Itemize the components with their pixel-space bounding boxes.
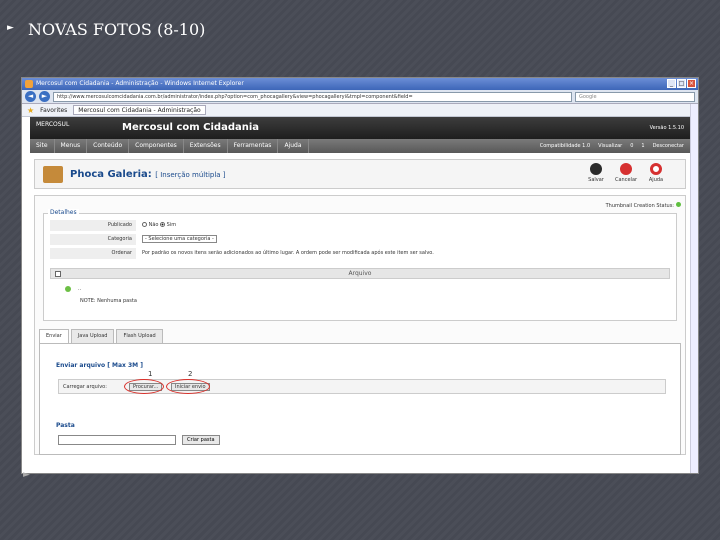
back-icon[interactable]: ◄ [25, 91, 36, 102]
save-icon [590, 163, 602, 175]
browser-title-bar: Mercosul com Cidadania - Administração -… [22, 78, 698, 90]
cancel-button[interactable]: Cancelar [615, 163, 637, 183]
cancel-icon [620, 163, 632, 175]
version-label: Versão 1.5.10 [649, 125, 684, 131]
menu-conteudo[interactable]: Conteúdo [87, 139, 130, 153]
folder-note: NOTE: Nenhuma pasta [80, 298, 137, 304]
address-bar-row: ◄ ► http://www.mercosulcomcidadania.com.… [22, 90, 698, 104]
menu-componentes[interactable]: Componentes [129, 139, 184, 153]
save-button[interactable]: Salvar [585, 163, 607, 183]
published-label: Publicado [50, 220, 136, 231]
messages-count[interactable]: 0 [630, 139, 633, 153]
main-content: Thumbnail Creation Status: Detalhes Publ… [34, 195, 686, 455]
published-no-radio[interactable] [142, 222, 147, 227]
menu-ajuda[interactable]: Ajuda [278, 139, 309, 153]
menu-ferramentas[interactable]: Ferramentas [228, 139, 279, 153]
thumb-status: Thumbnail Creation Status: [606, 202, 681, 209]
published-yes-label: Sim [166, 222, 177, 228]
category-select[interactable]: - Selecione uma categoria - [142, 235, 217, 243]
highlight-circle-2 [166, 379, 210, 394]
upload-tabs: Enviar Java Upload Flash Upload [39, 329, 163, 343]
order-row: Ordenar Por padrão os novos itens serão … [50, 248, 670, 259]
menu-site[interactable]: Site [30, 139, 55, 153]
create-folder-button[interactable]: Criar pasta [182, 435, 220, 445]
ie-icon [25, 80, 33, 88]
menu-extensoes[interactable]: Extensões [184, 139, 228, 153]
order-label: Ordenar [50, 248, 136, 259]
users-count[interactable]: 1 [641, 139, 644, 153]
category-label: Categoria [50, 234, 136, 245]
help-button[interactable]: Ajuda [645, 163, 667, 183]
component-toolbar: Phoca Galeria: [ Inserção múltipla ] Sal… [34, 159, 686, 189]
favorites-label[interactable]: Favorites [40, 107, 67, 114]
upload-title: Enviar arquivo [ Max 3M ] [56, 362, 143, 369]
tab-flash-upload[interactable]: Flash Upload [116, 329, 163, 343]
favorites-bar: ★ Favorites Mercosul com Cidadania - Adm… [22, 104, 698, 117]
scrollbar[interactable] [690, 104, 698, 473]
logout-link[interactable]: Desconectar [653, 139, 684, 153]
admin-header: MERCOSUL Mercosul com Cidadania Versão 1… [30, 117, 690, 139]
site-logo: MERCOSUL [36, 121, 70, 128]
tab-java-upload[interactable]: Java Upload [70, 329, 115, 343]
slide-bullet-icon: ► [7, 23, 14, 33]
published-yes-radio[interactable] [160, 222, 166, 227]
preview-link[interactable]: Visualizar [598, 139, 622, 153]
forward-icon[interactable]: ► [39, 91, 50, 102]
upload-row-label: Carregar arquivo: [63, 384, 107, 390]
marker-1: 1 [148, 370, 153, 378]
table-row: .. NOTE: Nenhuma pasta [50, 280, 670, 310]
tab-enviar[interactable]: Enviar [39, 329, 69, 343]
site-name: Mercosul com Cidadania [122, 122, 260, 133]
folder-title: Pasta [56, 422, 75, 429]
help-icon [650, 163, 662, 175]
window-title: Mercosul com Cidadania - Administração -… [36, 80, 244, 87]
parent-folder-link[interactable]: .. [78, 286, 81, 292]
folder-up-icon[interactable] [65, 286, 71, 292]
published-row: Publicado Não Sim [50, 220, 670, 231]
upload-panel: Enviar arquivo [ Max 3M ] 1 2 Carregar a… [39, 343, 681, 455]
search-input[interactable]: Google [575, 91, 695, 102]
category-row: Categoria - Selecione uma categoria - [50, 234, 670, 245]
details-legend: Detalhes [48, 209, 79, 216]
menu-menus[interactable]: Menus [55, 139, 88, 153]
slide-title: NOVAS FOTOS (8-10) [28, 20, 206, 39]
details-fieldset: Detalhes Publicado Não Sim Categoria - S… [43, 209, 677, 321]
slide-corner-icon: ► [23, 470, 30, 480]
admin-menu: Site Menus Conteúdo Componentes Extensõe… [30, 139, 690, 153]
order-text: Por padrão os novos itens serão adiciona… [142, 250, 434, 256]
status-dot-icon [676, 202, 681, 207]
file-column-header: Arquivo [348, 270, 372, 277]
select-all-checkbox[interactable] [55, 271, 61, 277]
screenshot-frame: Mercosul com Cidadania - Administração -… [21, 77, 699, 474]
gallery-icon [43, 166, 63, 183]
page-title: Phoca Galeria: [ Inserção múltipla ] [70, 169, 226, 180]
compat-link[interactable]: Compatibilidade 1.0 [540, 139, 590, 153]
close-button[interactable]: × [687, 79, 696, 88]
highlight-circle-1 [124, 379, 164, 394]
browser-tab[interactable]: Mercosul com Cidadania - Administração [73, 105, 206, 115]
published-no-label: Não [148, 222, 159, 228]
file-table-header: Arquivo [50, 268, 670, 279]
folder-name-input[interactable] [58, 435, 176, 445]
address-input[interactable]: http://www.mercosulcomcidadania.com.br/a… [53, 91, 572, 102]
maximize-button[interactable]: □ [677, 79, 686, 88]
minimize-button[interactable]: _ [667, 79, 676, 88]
star-icon[interactable]: ★ [27, 106, 34, 115]
marker-2: 2 [188, 370, 193, 378]
